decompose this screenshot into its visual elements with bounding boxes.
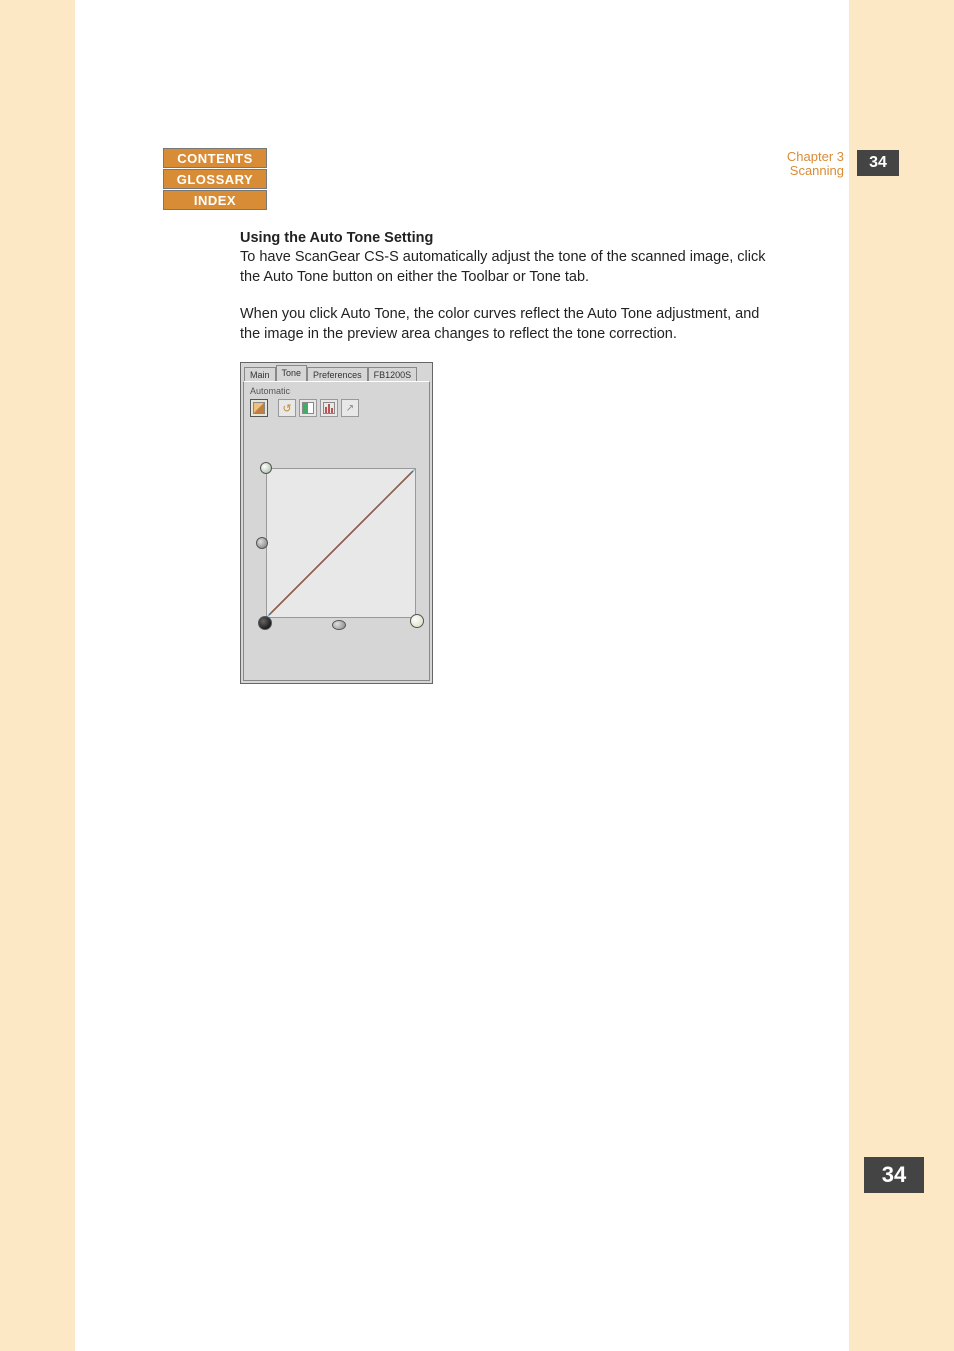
tab-device-label: FB1200S: [374, 370, 412, 380]
page-content: CONTENTS GLOSSARY INDEX Chapter 3 Scanni…: [75, 0, 849, 1351]
tone-mode-label: Automatic: [250, 386, 423, 396]
tab-device[interactable]: FB1200S: [368, 367, 418, 381]
tone-curve-graph[interactable]: [266, 468, 416, 618]
chapter-section: Scanning: [787, 164, 844, 178]
gray-point-handle[interactable]: [332, 620, 346, 630]
histogram-button[interactable]: [320, 399, 338, 417]
panel-tab-row: Main Tone Preferences FB1200S: [241, 363, 432, 381]
chapter-header: Chapter 3 Scanning: [787, 150, 844, 179]
tone-tab-body: Automatic: [243, 381, 430, 681]
tone-panel: Main Tone Preferences FB1200S Automatic: [240, 362, 433, 684]
white-point-handle[interactable]: [410, 614, 424, 628]
black-point-handle[interactable]: [258, 616, 272, 630]
tab-main[interactable]: Main: [244, 367, 276, 381]
tab-tone[interactable]: Tone: [276, 365, 308, 381]
nav-button-group: CONTENTS GLOSSARY INDEX: [163, 148, 267, 211]
tab-preferences[interactable]: Preferences: [307, 367, 368, 381]
body-paragraph-2: When you click Auto Tone, the color curv…: [240, 305, 780, 344]
chapter-number: Chapter 3: [787, 150, 844, 164]
section-heading: Using the Auto Tone Setting: [240, 230, 809, 246]
nav-index-button[interactable]: INDEX: [163, 190, 267, 210]
nav-contents-button[interactable]: CONTENTS: [163, 148, 267, 168]
left-margin-strip: [0, 0, 75, 1351]
tab-main-label: Main: [250, 370, 270, 380]
page-number-bottom: 34: [864, 1157, 924, 1193]
page-number-top: 34: [857, 150, 899, 176]
reset-tone-button[interactable]: [278, 399, 296, 417]
body-paragraph-1: To have ScanGear CS-S automatically adju…: [240, 248, 780, 287]
tone-curve-button[interactable]: [341, 399, 359, 417]
tab-preferences-label: Preferences: [313, 370, 362, 380]
contrast-brightness-button[interactable]: [299, 399, 317, 417]
auto-tone-button[interactable]: [250, 399, 268, 417]
nav-glossary-button[interactable]: GLOSSARY: [163, 169, 267, 189]
right-margin-strip: [849, 0, 954, 1351]
tone-toolbar: [250, 399, 423, 417]
tab-tone-label: Tone: [282, 368, 302, 378]
